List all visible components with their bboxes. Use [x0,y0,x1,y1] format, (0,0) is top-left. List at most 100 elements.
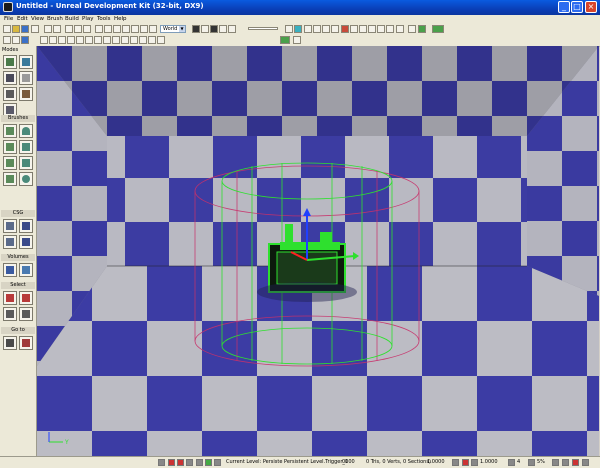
content-browser-icon[interactable] [201,25,209,33]
coordinate-system-select[interactable]: World ▼ [160,25,186,33]
go-to-actor-icon[interactable] [3,336,17,350]
game-view-icon[interactable] [139,36,147,44]
viewport-slider[interactable] [248,27,278,30]
texture-mode-tool[interactable] [19,71,33,85]
copy-icon[interactable] [74,25,82,33]
wireframe-icon[interactable] [40,36,48,44]
realtime-preview-icon[interactable] [148,36,156,44]
show-flags-icon[interactable] [12,36,20,44]
linear-stair-brush-icon[interactable] [3,156,17,170]
lock-camera-icon[interactable] [157,36,165,44]
properties-icon[interactable] [228,25,236,33]
drag-snap-icon[interactable] [508,459,515,466]
menu-build[interactable]: Build [65,15,79,24]
lock-icon[interactable] [214,459,221,466]
cone-brush-icon[interactable] [19,124,33,138]
csg-add-icon[interactable] [3,219,17,233]
cut-icon[interactable] [65,25,73,33]
csg-deintersect-icon[interactable] [19,235,33,249]
collision-icon[interactable] [130,36,138,44]
menu-help[interactable]: Help [114,15,127,24]
detail-lighting-icon[interactable] [67,36,75,44]
preferences-2-icon[interactable] [562,459,569,466]
add-volume-icon[interactable] [3,263,17,277]
undo-icon[interactable] [44,25,52,33]
reflections-icon[interactable] [121,36,129,44]
rotation-grid-icon[interactable] [177,459,184,466]
play-mobile-icon[interactable] [350,25,358,33]
save-icon[interactable] [21,25,29,33]
preferences-icon[interactable] [552,459,559,466]
vertex-snap-icon[interactable] [196,459,203,466]
hide-selected-icon[interactable] [19,291,33,305]
build-paths-icon[interactable] [322,25,330,33]
camera-mode-tool[interactable] [3,55,17,69]
menu-view[interactable]: View [31,15,44,24]
kismet-icon[interactable] [210,25,218,33]
geometry-mode-tool[interactable] [19,55,33,69]
foliage-mode-tool[interactable] [19,87,33,101]
viewport-options-icon[interactable] [293,36,301,44]
build-lighting-icon[interactable] [313,25,321,33]
show-all-icon[interactable] [19,307,33,321]
build-geometry-icon[interactable] [304,25,312,33]
perspective-icon[interactable] [21,36,29,44]
shader-complexity-icon[interactable] [103,36,111,44]
cook-icon[interactable] [386,25,394,33]
menu-play[interactable]: Play [82,15,93,24]
lightmap-density-icon[interactable] [112,36,120,44]
percent-snap-icon[interactable] [528,459,535,466]
invert-selection-icon[interactable] [3,307,17,321]
csg-intersect-icon[interactable] [3,235,17,249]
csg-subtract-icon[interactable] [19,219,33,233]
scale-grid-icon[interactable] [186,459,193,466]
matinee-icon[interactable] [219,25,227,33]
play-console-icon[interactable] [359,25,367,33]
terrain-mode-tool[interactable] [3,71,17,85]
sheet-brush-icon[interactable] [19,156,33,170]
paste-icon[interactable] [83,25,91,33]
play-in-editor-icon[interactable] [432,25,444,33]
menu-edit[interactable]: Edit [17,15,28,24]
status-box-icon[interactable] [158,459,165,466]
preferences-4-icon[interactable] [582,459,589,466]
spiral-stair-brush-icon[interactable] [3,172,17,186]
open-icon[interactable] [12,25,20,33]
close-button[interactable]: × [585,1,597,13]
viewport-type-icon[interactable] [3,36,11,44]
rotate-icon[interactable] [113,25,121,33]
lighting-icon[interactable] [285,25,293,33]
mesh-paint-tool[interactable] [3,87,17,101]
select-icon[interactable] [95,25,103,33]
preferences-3-icon[interactable] [572,459,579,466]
play-pc-icon[interactable] [368,25,376,33]
console-icon[interactable] [408,25,416,33]
game-mode-icon[interactable] [192,25,200,33]
play-in-viewport-icon[interactable] [418,25,426,33]
scale-icon[interactable] [122,25,130,33]
go-to-builder-brush-icon[interactable] [19,336,33,350]
cube-brush-icon[interactable] [3,124,17,138]
volume-list-icon[interactable] [19,263,33,277]
camera-icon[interactable] [140,25,148,33]
minimize-button[interactable]: _ [558,1,570,13]
drag-grid-icon[interactable] [168,459,175,466]
monitor-icon[interactable] [396,25,404,33]
play-from-here-icon[interactable] [280,36,290,44]
autosave-icon[interactable] [205,459,212,466]
snap-icon[interactable] [149,25,157,33]
lit-icon[interactable] [58,36,66,44]
light-complexity-icon[interactable] [85,36,93,44]
sphere-brush-icon[interactable] [19,172,33,186]
new-icon[interactable] [3,25,11,33]
realtime-icon[interactable] [294,25,302,33]
menu-tools[interactable]: Tools [97,15,111,24]
menu-brush[interactable]: Brush [47,15,63,24]
curved-stair-brush-icon[interactable] [3,140,17,154]
scale-snap-icon[interactable] [471,459,478,466]
lighting-only-icon[interactable] [76,36,84,44]
build-cover-icon[interactable] [331,25,339,33]
platform-icon[interactable] [377,25,385,33]
rotation-snap-icon[interactable] [462,459,469,466]
redo-icon[interactable] [53,25,61,33]
